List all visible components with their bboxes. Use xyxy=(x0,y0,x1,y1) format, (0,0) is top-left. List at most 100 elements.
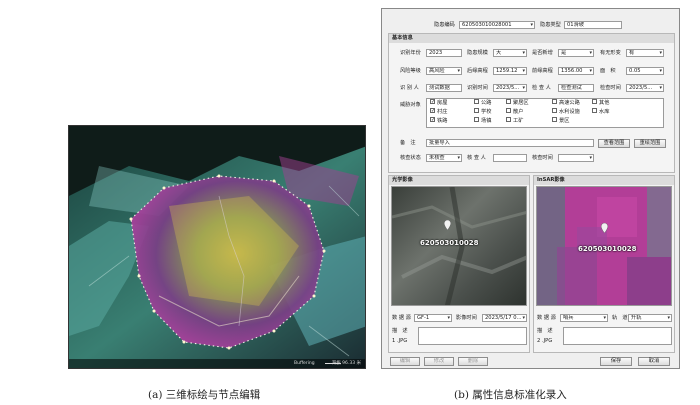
threat-checkbox[interactable]: ✓ 房屋 xyxy=(430,99,447,107)
threat-checkbox[interactable]: 其他 xyxy=(592,99,610,107)
optical-file-label: 1 .JPG xyxy=(392,338,408,344)
caption-right: (b) 属性信息标准化录入 xyxy=(454,389,567,401)
threat-checkbox[interactable]: 景区 xyxy=(552,117,570,125)
caption-left: (a) 三维标绘与节点编辑 xyxy=(148,389,261,401)
year-field[interactable]: 2023 xyxy=(426,49,462,57)
year-label: 识别年份 xyxy=(400,50,421,56)
top-elev-label: 后缘高程 xyxy=(467,68,488,74)
threat-checkbox-label: 工矿 xyxy=(513,118,524,124)
threat-checkbox-label: 散户 xyxy=(513,109,524,115)
checker-label: 检 查 人 xyxy=(532,85,551,91)
redraw-range-button[interactable]: 重绘范围 xyxy=(634,139,666,148)
deform-select[interactable]: 有 xyxy=(626,49,664,57)
verify-time-label: 核查时间 xyxy=(532,155,553,161)
threat-checkbox[interactable]: 学校 xyxy=(474,108,492,116)
threat-checkbox[interactable]: ✓ 村庄 xyxy=(430,108,448,116)
threat-checkbox-label: 铁路 xyxy=(437,118,448,124)
optical-source-label: 数 据 源 xyxy=(392,315,411,321)
threat-checkbox-label: 水利设施 xyxy=(559,109,580,115)
status-bar: Buffering 海拔 96.33 米 xyxy=(69,359,365,368)
verifier-label: 核 查 人 xyxy=(467,155,486,161)
identifier-label: 识 别 人 xyxy=(400,85,419,91)
threat-checkbox-label: 学校 xyxy=(481,109,492,115)
verify-time-field[interactable] xyxy=(558,154,594,162)
area-field[interactable]: 0.05 xyxy=(626,67,664,75)
checkbox-icon xyxy=(474,117,479,122)
new-select[interactable]: 是 xyxy=(558,49,594,57)
risk-label: 风险等级 xyxy=(400,68,421,74)
risk-select[interactable]: 高风险 xyxy=(426,67,462,75)
threat-checkbox[interactable]: 工矿 xyxy=(506,117,524,125)
threat-checkbox[interactable]: 散户 xyxy=(506,108,524,116)
verifier-field[interactable] xyxy=(493,154,527,162)
checkbox-icon: ✓ xyxy=(430,117,436,123)
hazard-code-select[interactable]: 620503010028001 xyxy=(459,21,535,29)
checkbox-icon xyxy=(506,117,511,122)
verify-status-select[interactable]: 未核查 xyxy=(426,154,462,162)
verify-status-label: 核查状态 xyxy=(400,155,421,161)
threat-checkbox-label: 景区 xyxy=(559,118,570,124)
new-label: 是否新增 xyxy=(532,50,553,56)
checkbox-icon xyxy=(474,99,479,104)
threat-checkbox-label: 高速公路 xyxy=(559,100,580,106)
insar-image-title: InSAR影像 xyxy=(534,176,674,185)
insar-file-label: 2 .JPG xyxy=(537,338,553,344)
id-time-field[interactable]: 2023/5... xyxy=(493,84,527,92)
insar-track-select[interactable]: 升轨 xyxy=(628,314,672,322)
insar-source-select[interactable]: 哨兵 xyxy=(560,314,608,322)
checkbox-icon xyxy=(552,99,557,104)
threat-checkbox-label: 村庄 xyxy=(437,109,448,115)
modify-button[interactable]: 修改 xyxy=(424,357,454,366)
threat-checkbox[interactable]: 水库 xyxy=(592,108,609,116)
threat-checkbox[interactable]: 水利设施 xyxy=(552,108,580,116)
checker-field[interactable]: 检查测试 xyxy=(558,84,594,92)
hazard-code-label: 隐患编码 xyxy=(434,22,455,28)
threat-checkbox[interactable]: 聚居区 xyxy=(506,99,529,107)
basic-info-title: 基本信息 xyxy=(389,34,674,43)
remark-label: 备 注 xyxy=(400,140,416,146)
hazard-type-field[interactable]: 01滑坡 xyxy=(564,21,622,29)
insar-desc-label: 描 述 xyxy=(537,328,553,334)
insar-desc-field[interactable] xyxy=(563,327,672,345)
threat-checkbox[interactable]: 公路 xyxy=(474,99,491,107)
insar-image[interactable]: 620503010028 xyxy=(536,186,672,306)
delete-button[interactable]: 删除 xyxy=(458,357,488,366)
identifier-field[interactable]: 测试数据 xyxy=(426,84,462,92)
insar-track-label: 轨 道 xyxy=(612,315,628,321)
save-button[interactable]: 保存 xyxy=(600,357,632,366)
threat-checkbox-label: 其他 xyxy=(599,100,610,106)
threat-checkbox[interactable]: 高速公路 xyxy=(552,99,580,107)
top-elev-field[interactable]: 1259.12 xyxy=(493,67,527,75)
threat-label: 威胁对象 xyxy=(400,102,421,108)
check-time-label: 检查时间 xyxy=(600,85,621,91)
scale-label: 隐患规模 xyxy=(467,50,488,56)
threat-checkbox[interactable]: 场镇 xyxy=(474,117,491,125)
threat-checkbox-label: 聚居区 xyxy=(513,100,529,106)
check-time-field[interactable]: 2023/5... xyxy=(626,84,664,92)
checkbox-icon xyxy=(592,108,597,113)
optical-pin-label: 620503010028 xyxy=(420,239,479,247)
scale-select[interactable]: 大 xyxy=(493,49,527,57)
view-range-button[interactable]: 查看范围 xyxy=(598,139,630,148)
attribute-form-window: 隐患编码 620503010028001 隐患类型 01滑坡 基本信息 识别年份… xyxy=(381,8,680,369)
optical-time-field[interactable]: 2023/5/17 0... xyxy=(482,314,527,322)
remark-field[interactable]: 批量导入 xyxy=(426,139,594,147)
bottom-elev-label: 前缘高程 xyxy=(532,68,553,74)
checkbox-icon xyxy=(592,99,597,104)
checkbox-icon: ✓ xyxy=(430,99,436,105)
bottom-elev-field[interactable]: 1356.00 xyxy=(558,67,594,75)
terrain-render xyxy=(69,126,365,368)
optical-image[interactable]: 620503010028 xyxy=(391,186,527,306)
optical-source-select[interactable]: GF-1 xyxy=(414,314,452,322)
insar-source-label: 数 据 源 xyxy=(537,315,556,321)
area-label: 面 积 xyxy=(600,68,616,74)
cancel-button[interactable]: 取消 xyxy=(638,357,670,366)
id-time-label: 识别时间 xyxy=(467,85,488,91)
optical-desc-field[interactable] xyxy=(418,327,527,345)
edit-button[interactable]: 编辑 xyxy=(390,357,420,366)
terrain-3d-view[interactable]: Buffering 海拔 96.33 米 xyxy=(68,125,366,369)
optical-desc-label: 描 述 xyxy=(392,328,408,334)
checkbox-icon xyxy=(506,99,511,104)
threat-checkbox[interactable]: ✓ 铁路 xyxy=(430,117,448,125)
checkbox-icon xyxy=(552,117,557,122)
